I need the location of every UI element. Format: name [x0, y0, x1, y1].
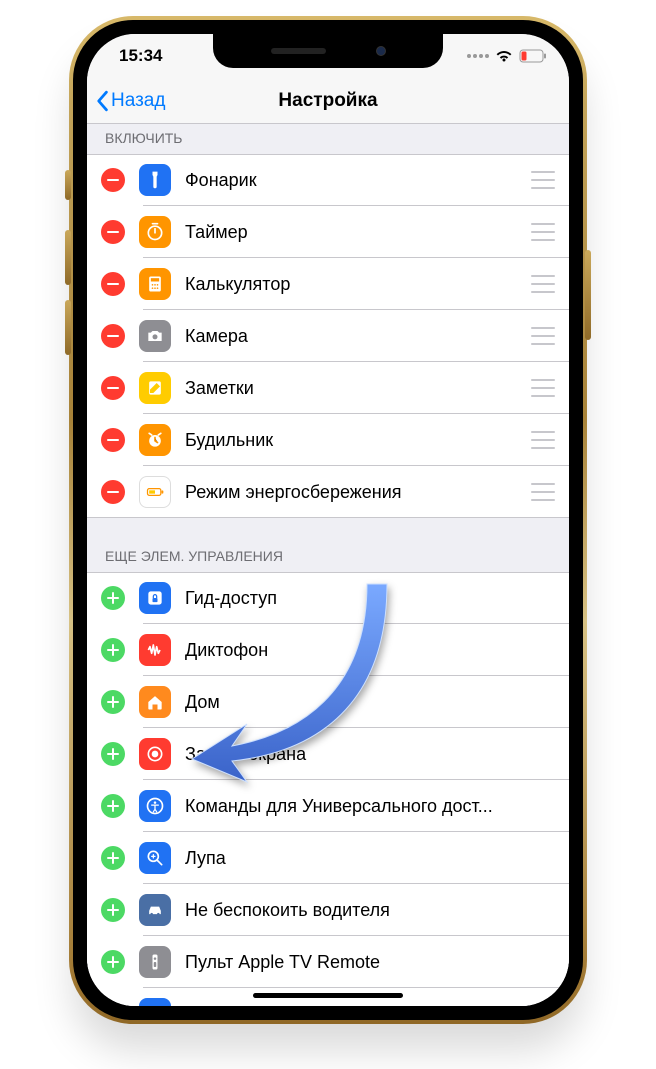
home-indicator[interactable]	[253, 993, 403, 998]
row-label: Команды для Универсального дост...	[185, 796, 555, 817]
section-header-include: ВКЛЮЧИТЬ	[87, 124, 569, 154]
more-group: Гид-доступ Диктофон Дом Запись экрана Команд…	[87, 572, 569, 1006]
list-item: Будильник	[87, 414, 569, 466]
screen: 15:34 Назад Настройка ВКЛЮЧИТЬ Фонарик Та…	[87, 34, 569, 1006]
back-label: Назад	[111, 90, 165, 112]
remove-button[interactable]	[101, 376, 125, 400]
row-label: Гид-доступ	[185, 588, 555, 609]
list-item: Запись экрана	[87, 728, 569, 780]
list-item: Не беспокоить водителя	[87, 884, 569, 936]
chevron-left-icon	[95, 90, 109, 112]
add-button[interactable]	[101, 898, 125, 922]
home-icon	[139, 686, 171, 718]
list-item: Фонарик	[87, 154, 569, 206]
camera-icon	[139, 320, 171, 352]
add-button[interactable]	[101, 742, 125, 766]
alarm-icon	[139, 424, 171, 456]
remove-button[interactable]	[101, 480, 125, 504]
drag-handle-icon[interactable]	[531, 431, 555, 449]
row-label: Лупа	[185, 848, 555, 869]
textsize-icon: AA	[139, 998, 171, 1006]
car-icon	[139, 894, 171, 926]
list-item: Таймер	[87, 206, 569, 258]
remove-button[interactable]	[101, 168, 125, 192]
timer-icon	[139, 216, 171, 248]
notch	[213, 34, 443, 68]
list-item: Заметки	[87, 362, 569, 414]
row-label: Камера	[185, 326, 531, 347]
list-item: Команды для Универсального дост...	[87, 780, 569, 832]
battery-icon	[139, 476, 171, 508]
back-button[interactable]: Назад	[87, 90, 165, 112]
row-label: Будильник	[185, 430, 531, 451]
add-button[interactable]	[101, 690, 125, 714]
remove-button[interactable]	[101, 324, 125, 348]
list-item: Пульт Apple TV Remote	[87, 936, 569, 988]
list-item: Гид-доступ	[87, 572, 569, 624]
add-button[interactable]	[101, 638, 125, 662]
add-button[interactable]	[101, 950, 125, 974]
status-time: 15:34	[119, 46, 162, 66]
row-label: Диктофон	[185, 640, 555, 661]
add-button[interactable]	[101, 794, 125, 818]
mute-switch	[65, 170, 71, 200]
drag-handle-icon[interactable]	[531, 275, 555, 293]
power-button	[585, 250, 591, 340]
access-icon	[139, 790, 171, 822]
row-label: Заметки	[185, 378, 531, 399]
section-header-more: ЕЩЕ ЭЛЕМ. УПРАВЛЕНИЯ	[87, 518, 569, 572]
nav-bar: Назад Настройка	[87, 78, 569, 124]
list-item: Камера	[87, 310, 569, 362]
row-label: Режим энергосбережения	[185, 482, 531, 503]
cellular-dots-icon	[467, 54, 489, 58]
row-label: Пульт Apple TV Remote	[185, 952, 555, 973]
list-item: Режим энергосбережения	[87, 466, 569, 518]
include-group: Фонарик Таймер Калькулятор Камера Заметки Буд…	[87, 154, 569, 518]
row-label: Фонарик	[185, 170, 531, 191]
drag-handle-icon[interactable]	[531, 171, 555, 189]
content-scroll[interactable]: ВКЛЮЧИТЬ Фонарик Таймер Калькулятор Камера З…	[87, 124, 569, 1006]
list-item: Калькулятор	[87, 258, 569, 310]
drag-handle-icon[interactable]	[531, 223, 555, 241]
remove-button[interactable]	[101, 272, 125, 296]
record-icon	[139, 738, 171, 770]
row-label: Размер текста	[185, 1004, 555, 1007]
list-item: Лупа	[87, 832, 569, 884]
add-button[interactable]	[101, 846, 125, 870]
remove-button[interactable]	[101, 428, 125, 452]
notes-icon	[139, 372, 171, 404]
remote-icon	[139, 946, 171, 978]
magnify-icon	[139, 842, 171, 874]
drag-handle-icon[interactable]	[531, 379, 555, 397]
volume-up-button	[65, 230, 71, 285]
lock-icon	[139, 582, 171, 614]
add-button[interactable]	[101, 586, 125, 610]
battery-low-icon	[519, 49, 547, 63]
list-item: Дом	[87, 676, 569, 728]
volume-down-button	[65, 300, 71, 355]
drag-handle-icon[interactable]	[531, 483, 555, 501]
row-label: Калькулятор	[185, 274, 531, 295]
calc-icon	[139, 268, 171, 300]
row-label: Запись экрана	[185, 744, 555, 765]
list-item: Диктофон	[87, 624, 569, 676]
flashlight-icon	[139, 164, 171, 196]
phone-frame: 15:34 Назад Настройка ВКЛЮЧИТЬ Фонарик Та…	[73, 20, 583, 1020]
remove-button[interactable]	[101, 220, 125, 244]
row-label: Таймер	[185, 222, 531, 243]
drag-handle-icon[interactable]	[531, 327, 555, 345]
voice-icon	[139, 634, 171, 666]
row-label: Не беспокоить водителя	[185, 900, 555, 921]
row-label: Дом	[185, 692, 555, 713]
wifi-icon	[495, 49, 513, 63]
add-button[interactable]	[101, 1002, 125, 1006]
